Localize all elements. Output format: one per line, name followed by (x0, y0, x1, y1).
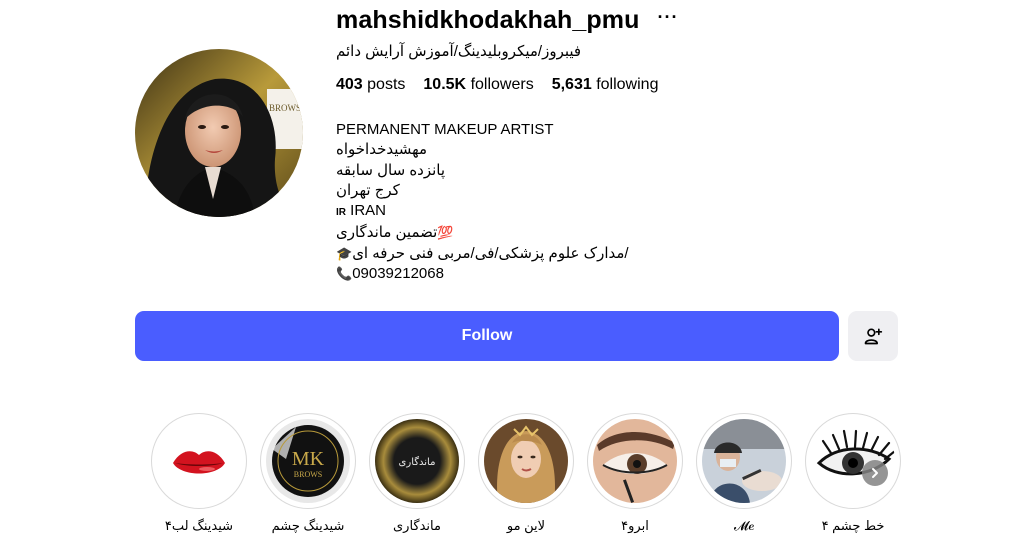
person-add-icon (864, 328, 883, 345)
highlight-cover-eyelash (811, 419, 895, 503)
highlight-label: شیدینگ لب۴ (164, 518, 234, 533)
highlight-ring: MK BROWS (260, 413, 356, 509)
profile-avatar[interactable]: BROWS (135, 49, 303, 217)
bio-credentials-text: /مدارک علوم پزشکی/فی/مربی فنی حرفه ای (352, 244, 629, 262)
follow-button[interactable]: Follow (135, 311, 839, 361)
highlights-next-button[interactable] (862, 460, 888, 486)
highlight-label: خط چشم ۴ (821, 518, 885, 533)
followers-label: followers (470, 76, 534, 93)
followers-stat[interactable]: 10.5K followers (423, 76, 533, 94)
profile-stats: 403 posts 10.5K followers 5,631 followin… (336, 76, 658, 94)
username-row: mahshidkhodakhah_pmu ··· (336, 4, 678, 36)
full-name: فیبروز/میکروبلیدینگ/آموزش آرایش دائم (336, 43, 582, 60)
posts-stat[interactable]: 403 posts (336, 76, 405, 94)
bio-line: کرج تهران (336, 181, 400, 199)
highlight-lip-shading[interactable]: شیدینگ لب۴ (151, 413, 247, 534)
following-stat[interactable]: 5,631 following (552, 76, 659, 94)
following-label: following (596, 76, 659, 93)
hundred-points-icon: 💯 (437, 225, 454, 241)
highlight-label: ماندگاری (393, 518, 441, 533)
avatar-brand-text: BROWS (269, 103, 301, 113)
highlight-label: شیدینگ چشم (271, 518, 345, 533)
highlight-me[interactable]: 𝓜𝒆 (696, 413, 792, 534)
highlight-ring (696, 413, 792, 509)
bio-line: IR IRAN (336, 201, 629, 223)
highlight-cover-gold: ماندگاری (375, 419, 459, 503)
highlight-label: لاین مو (506, 518, 546, 533)
bio-line: مهشیدخداخواه (336, 141, 428, 159)
username: mahshidkhodakhah_pmu (336, 5, 640, 34)
iran-flag-icon: IR (336, 207, 346, 219)
mk-logo-text: MK (292, 448, 325, 470)
highlight-cover-eye (593, 419, 677, 503)
highlight-ring: ماندگاری (369, 413, 465, 509)
bio-line: تضمین ماندگاری💯 (336, 223, 629, 243)
bio: PERMANENT MAKEUP ARTIST مهشیدخداخواه پان… (336, 120, 629, 284)
highlight-cover-artist (702, 419, 786, 503)
bio-phone: 09039212068 (352, 265, 444, 283)
durability-cover-text: ماندگاری (399, 456, 436, 468)
bio-line: 🎓/مدارک علوم پزشکی/فی/مربی فنی حرفه ای (336, 244, 629, 264)
posts-label: posts (367, 76, 406, 93)
highlight-ring (805, 413, 901, 509)
highlight-ring (478, 413, 574, 509)
highlight-label: ابرو۴ (621, 518, 649, 533)
highlight-cover-lips (157, 419, 241, 503)
bio-line: 📞09039212068 (336, 264, 629, 284)
followers-count: 10.5K (423, 76, 467, 93)
posts-count: 403 (336, 76, 363, 93)
chevron-right-icon (872, 468, 878, 478)
highlight-eye-shading[interactable]: MK BROWS شیدینگ چشم (260, 413, 356, 534)
highlight-ring (151, 413, 247, 509)
highlight-ring (587, 413, 683, 509)
graduation-cap-icon: 🎓 (336, 245, 353, 261)
mk-logo-subtext: BROWS (294, 470, 322, 479)
bio-line: PERMANENT MAKEUP ARTIST (336, 121, 554, 138)
bio-guarantee-text: تضمین ماندگاری (336, 224, 438, 242)
highlight-cover-mk-logo: MK BROWS (266, 419, 350, 503)
following-count: 5,631 (551, 76, 592, 93)
phone-icon: 📞 (336, 266, 353, 282)
highlight-label: 𝓜𝒆 (734, 518, 754, 533)
highlight-brows[interactable]: ابرو۴ (587, 413, 683, 534)
highlight-hairline[interactable]: لاین مو (478, 413, 574, 534)
bio-line: پانزده سال سابقه (336, 161, 446, 179)
highlight-durability[interactable]: ماندگاری ماندگاری (369, 413, 465, 534)
highlight-cover-portrait (484, 419, 568, 503)
more-options-icon[interactable]: ··· (657, 8, 678, 26)
bio-country: IRAN (350, 202, 387, 220)
suggested-accounts-button[interactable] (848, 311, 898, 361)
